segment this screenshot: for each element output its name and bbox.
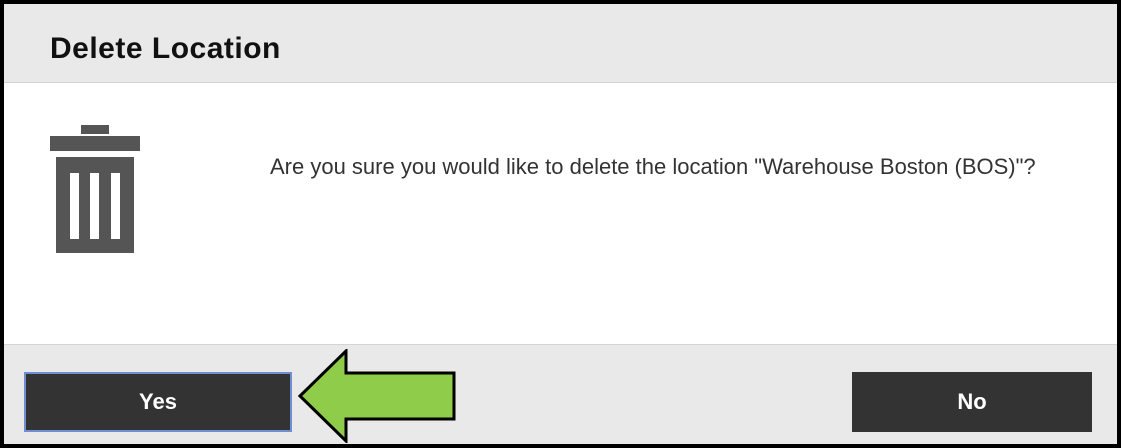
- dialog-footer: Yes No: [4, 344, 1117, 444]
- yes-button[interactable]: Yes: [24, 372, 292, 432]
- dialog-header: Delete Location: [4, 4, 1117, 83]
- delete-location-dialog: Delete Location Are you sure you would l…: [0, 0, 1121, 448]
- confirmation-message: Are you sure you would like to delete th…: [270, 154, 1036, 179]
- trash-icon: [50, 125, 140, 253]
- dialog-title: Delete Location: [50, 32, 281, 65]
- arrow-left-icon: [297, 349, 456, 443]
- no-button[interactable]: No: [852, 372, 1092, 432]
